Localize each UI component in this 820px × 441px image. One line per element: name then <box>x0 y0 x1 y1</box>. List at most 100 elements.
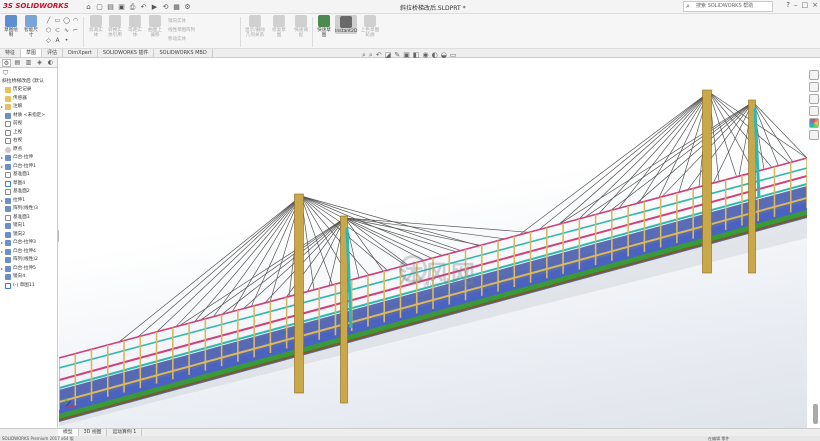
home-icon[interactable]: ⌂ <box>84 3 93 12</box>
polygon-icon[interactable]: ⬡ <box>45 27 52 34</box>
property-manager-tab-icon[interactable]: ▤ <box>13 59 22 67</box>
tab-3d-views[interactable]: 3D 视图 <box>79 429 108 436</box>
tree-item[interactable]: 阵列(线性)2 <box>0 256 57 265</box>
linear-pattern-item[interactable]: 线性草图阵列 <box>168 26 195 35</box>
options-icon[interactable]: ⚙ <box>183 3 192 12</box>
view-palette-icon[interactable] <box>808 106 819 116</box>
appearances-icon[interactable] <box>808 118 819 128</box>
tree-item[interactable]: 镜向4 <box>0 273 57 282</box>
instant2d-button[interactable]: Instant2D <box>335 15 357 34</box>
display-manager-tab-icon[interactable]: ◐ <box>46 59 55 67</box>
close-button[interactable]: × <box>812 1 818 9</box>
circle-icon[interactable]: ◯ <box>63 17 70 24</box>
offset-on-surface-button[interactable]: 曲面上偏移 <box>146 15 164 38</box>
tab-mbd[interactable]: SOLIDWORKS MBD <box>154 49 213 57</box>
tree-item[interactable]: 传感器 <box>0 95 57 104</box>
file-properties-icon[interactable]: ▦ <box>172 3 181 12</box>
tab-features[interactable]: 特征 <box>0 49 22 57</box>
print-icon[interactable]: ⎙ <box>128 3 137 12</box>
sketch-button[interactable]: 草图绘制 <box>3 15 19 38</box>
tree-item[interactable]: ▸ 凸台-拉伸5 <box>0 265 57 274</box>
tree-item[interactable]: ▸ 注解 <box>0 103 57 112</box>
tree-item[interactable]: 镜向2 <box>0 231 57 240</box>
tree-item[interactable]: 历史记录 <box>0 86 57 95</box>
tree-item[interactable]: 阵列(线性)3 <box>0 205 57 214</box>
line-icon[interactable]: ╱ <box>45 17 52 24</box>
tree-item[interactable]: 草图4 <box>0 180 57 189</box>
stay-cable <box>300 195 480 247</box>
point-icon[interactable]: • <box>63 37 70 44</box>
tree-item[interactable]: 前视 <box>0 120 57 129</box>
separator <box>83 17 84 47</box>
tree-item[interactable]: ▸ 凸台-拉伸3 <box>0 239 57 248</box>
quick-snaps-button[interactable]: 快速捕捉 <box>292 15 310 38</box>
save-icon[interactable]: ▣ <box>117 3 126 12</box>
open-file-icon[interactable]: ▤ <box>106 3 115 12</box>
spline-icon[interactable]: ∿ <box>63 27 70 34</box>
vertical-scrollbar[interactable] <box>813 404 818 424</box>
graphics-viewport[interactable]: 沐风网 www.mfcad.com <box>59 58 807 428</box>
solidworks-logo[interactable]: 3S SOLIDWORKS <box>3 2 69 10</box>
tab-motion-study[interactable]: 运动算例 1 <box>107 429 143 436</box>
arc-icon[interactable]: ◠ <box>72 17 79 24</box>
select-icon[interactable]: ▶ <box>150 3 159 12</box>
tree-item[interactable]: ▸ 拉伸1 <box>0 197 57 206</box>
trim-entities-button[interactable]: 剪裁实体 <box>88 15 104 38</box>
tree-item[interactable]: 基准面3 <box>0 214 57 223</box>
tree-item[interactable]: 上视 <box>0 129 57 138</box>
tab-addins[interactable]: SOLIDWORKS 插件 <box>98 49 155 57</box>
tree-root-part[interactable]: 斜拉桥梯改后 (默认 <box>0 78 57 86</box>
undo-icon[interactable]: ↶ <box>139 3 148 12</box>
tab-sketch[interactable]: 草图 <box>21 49 43 57</box>
tree-item[interactable]: 基准面1 <box>0 171 57 180</box>
minimize-button[interactable]: – <box>794 1 798 9</box>
tree-item[interactable]: 镜向1 <box>0 222 57 231</box>
help-icon[interactable]: ? <box>786 1 790 9</box>
tab-dimxpert[interactable]: DimXpert <box>63 49 98 57</box>
expand-arrow-icon[interactable]: ▸ <box>1 265 3 274</box>
mirror-entities-item[interactable]: 镜向实体 <box>168 17 195 26</box>
fillet-icon[interactable]: ⌐ <box>72 27 79 34</box>
expand-arrow-icon[interactable]: ▸ <box>1 239 3 248</box>
rapid-sketch-button[interactable]: 快速草图 <box>315 15 333 38</box>
tree-item[interactable]: ▸ 凸台-拉伸4 <box>0 248 57 257</box>
tree-item[interactable]: (-) 草图11 <box>0 282 57 291</box>
smart-dimension-button[interactable]: 智能尺寸 <box>22 15 40 38</box>
move-entities-item[interactable]: 移动实体 <box>168 35 195 44</box>
tree-item[interactable]: ▸ 凸台-拉伸 <box>0 154 57 163</box>
repair-sketch-button[interactable]: 修复草图 <box>270 15 288 38</box>
feature-tree-tab-icon[interactable]: ⚙ <box>2 59 11 67</box>
file-explorer-icon[interactable] <box>808 94 819 104</box>
maximize-button[interactable]: □ <box>802 1 809 9</box>
expand-arrow-icon[interactable]: ▸ <box>1 154 3 163</box>
tree-item[interactable]: 材质 <未指定> <box>0 112 57 121</box>
dimxpert-tab-icon[interactable]: ◈ <box>35 59 44 67</box>
display-relations-button[interactable]: 显示/删除几何关系 <box>244 15 266 38</box>
solidworks-resources-icon[interactable] <box>808 70 819 80</box>
tree-item[interactable]: 右视 <box>0 137 57 146</box>
tab-model[interactable]: 模型 <box>58 429 79 436</box>
expand-arrow-icon[interactable]: ▸ <box>1 103 3 112</box>
design-library-icon[interactable] <box>808 82 819 92</box>
plane-icon[interactable]: ◇ <box>45 37 52 44</box>
custom-properties-icon[interactable] <box>808 130 819 140</box>
tree-item[interactable]: ▸ 凸台-拉伸1 <box>0 163 57 172</box>
new-file-icon[interactable]: ▢ <box>95 3 104 12</box>
tree-item[interactable]: 原点 <box>0 146 57 155</box>
tab-evaluate[interactable]: 评估 <box>42 49 64 57</box>
filter-icon[interactable]: ⛉ <box>0 68 57 78</box>
expand-arrow-icon[interactable]: ▸ <box>1 248 3 257</box>
text-icon[interactable]: A <box>54 37 61 44</box>
configuration-tab-icon[interactable]: ▥ <box>24 59 33 67</box>
expand-arrow-icon[interactable]: ▸ <box>1 163 3 172</box>
tree-item[interactable]: 基准面2 <box>0 188 57 197</box>
offset-entities-button[interactable]: 等距实体 <box>127 15 143 38</box>
rectangle-icon[interactable]: ▭ <box>54 17 61 24</box>
convert-entities-button[interactable]: 转换实体引用 <box>106 15 124 38</box>
slot-icon[interactable]: ⊂ <box>54 27 61 34</box>
help-search-input[interactable]: ⌕ 搜索 SOLIDWORKS 帮助 <box>683 1 773 12</box>
separator <box>312 17 313 47</box>
expand-arrow-icon[interactable]: ▸ <box>1 197 3 206</box>
rebuild-icon[interactable]: ⟲ <box>161 3 170 12</box>
shaded-sketch-button[interactable]: 上色草图轮廓 <box>360 15 380 38</box>
